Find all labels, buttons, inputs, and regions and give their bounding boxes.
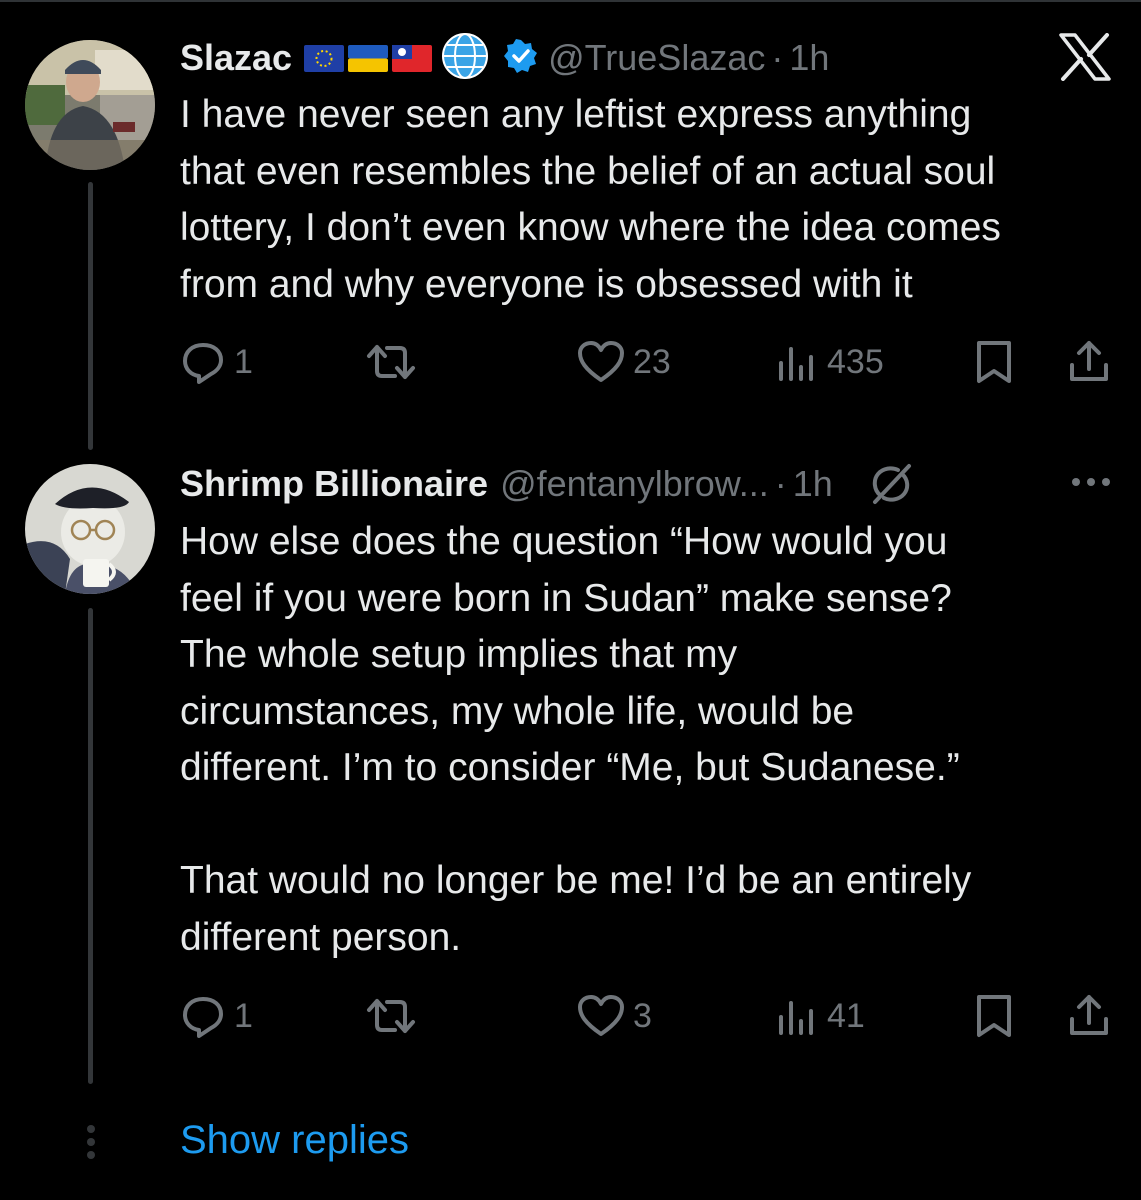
like-button[interactable]: 3 — [577, 991, 652, 1041]
retweet-icon — [367, 999, 415, 1033]
share-button[interactable] — [1067, 991, 1111, 1041]
grok-icon[interactable] — [869, 462, 913, 506]
reply-button[interactable]: 1 — [180, 337, 253, 387]
eu-flag-icon — [304, 44, 345, 72]
reply-count: 1 — [234, 996, 253, 1035]
like-count: 3 — [633, 996, 652, 1035]
user-handle[interactable]: @TrueSlazac — [548, 37, 765, 79]
reply-icon — [183, 997, 223, 1038]
reply-button[interactable]: 1 — [180, 991, 253, 1041]
tweet-header: Shrimp Billionaire @fentanylbrow... · 1h — [180, 459, 913, 509]
timestamp[interactable]: 1h — [789, 37, 829, 79]
separator-dot: · — [771, 37, 784, 78]
more-replies-dots-icon — [85, 1124, 97, 1165]
separator-dot: · — [774, 463, 787, 504]
retweet-icon — [367, 345, 415, 379]
views-button[interactable]: 41 — [775, 991, 865, 1041]
show-replies-link[interactable]: Show replies — [180, 1118, 409, 1163]
bookmark-button[interactable] — [973, 337, 1015, 387]
share-icon — [1070, 341, 1108, 381]
thread-line — [88, 608, 93, 1084]
display-name[interactable]: Slazac — [180, 37, 292, 79]
thread-line — [88, 182, 93, 450]
x-logo-icon — [1058, 33, 1112, 86]
views-button[interactable]: 435 — [775, 337, 884, 387]
bookmark-icon — [977, 341, 1011, 383]
reply-count: 1 — [234, 342, 253, 381]
more-icon[interactable] — [1070, 472, 1112, 497]
views-icon — [779, 1001, 813, 1035]
tweet-text: How else does the question “How would yo… — [180, 520, 972, 959]
verified-icon — [504, 38, 538, 78]
view-count: 435 — [827, 342, 884, 381]
globe-icon — [440, 31, 490, 86]
tweet-text: I have never seen any leftist express an… — [180, 93, 1001, 306]
top-divider — [0, 0, 1141, 2]
retweet-button[interactable] — [365, 337, 425, 387]
bookmark-icon — [977, 995, 1011, 1037]
action-bar: 1 3 41 — [180, 991, 1115, 1041]
retweet-button[interactable] — [365, 991, 425, 1041]
share-button[interactable] — [1067, 337, 1111, 387]
share-icon — [1070, 995, 1108, 1035]
timestamp[interactable]: 1h — [793, 463, 833, 505]
taiwan-flag-icon — [392, 44, 433, 72]
heart-icon — [578, 341, 624, 382]
like-count: 23 — [633, 342, 671, 381]
heart-icon — [578, 995, 624, 1036]
user-handle[interactable]: @fentanylbrow... — [500, 463, 769, 505]
reply-icon — [183, 343, 223, 384]
display-name[interactable]: Shrimp Billionaire — [180, 463, 488, 505]
views-icon — [779, 347, 813, 381]
like-button[interactable]: 23 — [577, 337, 671, 387]
bookmark-button[interactable] — [973, 991, 1015, 1041]
view-count: 41 — [827, 996, 865, 1035]
action-bar: 1 23 435 — [180, 337, 1115, 387]
ukraine-flag-icon — [348, 44, 389, 72]
avatar[interactable] — [25, 40, 155, 170]
avatar[interactable] — [25, 464, 155, 594]
tweet-header: Slazac @TrueSlazac · 1h — [180, 31, 829, 86]
